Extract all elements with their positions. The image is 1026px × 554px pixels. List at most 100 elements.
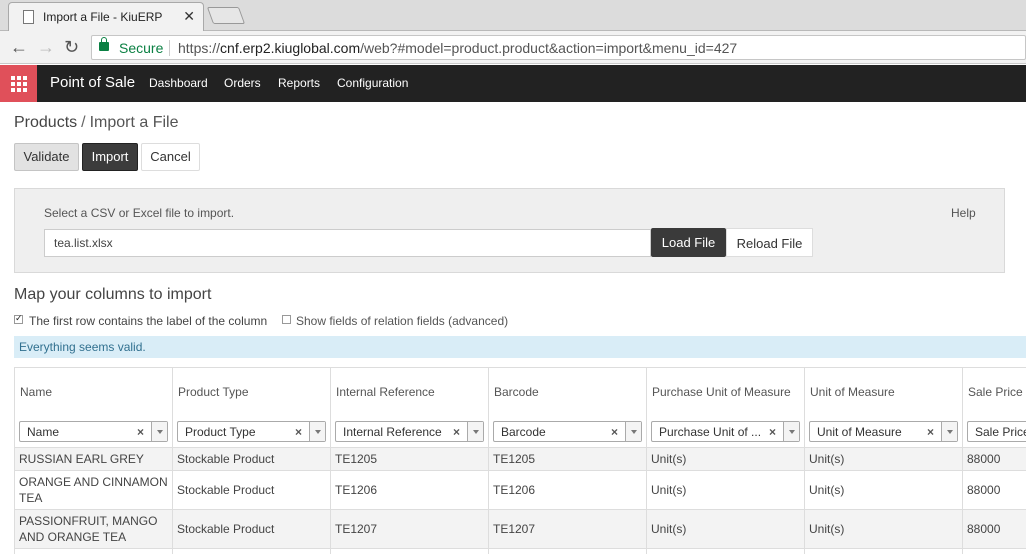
table-column: Barcode Barcode × TE1205 TE1206 TE1207 (489, 368, 647, 554)
table-cell: Unit(s) (651, 483, 687, 497)
menu-dashboard[interactable]: Dashboard (149, 76, 208, 90)
field-select-value: Internal Reference (343, 425, 442, 439)
cancel-button[interactable]: Cancel (141, 143, 200, 171)
app-brand[interactable]: Point of Sale (50, 74, 135, 91)
field-select[interactable]: Purchase Unit of ... × (651, 421, 800, 442)
chevron-down-icon[interactable] (309, 422, 325, 441)
table-cell: Unit(s) (809, 483, 845, 497)
table-cell: 88000 (967, 452, 1001, 466)
menu-orders[interactable]: Orders (224, 76, 261, 90)
reload-icon[interactable]: ↻ (64, 37, 79, 57)
menu-reports[interactable]: Reports (278, 76, 320, 90)
apps-menu-icon[interactable] (0, 65, 37, 102)
clear-icon[interactable]: × (927, 425, 934, 439)
row-divider (15, 509, 1026, 510)
browser-tab-strip: Import a File - KiuERP ✕ (0, 0, 1026, 32)
field-select[interactable]: Barcode × (493, 421, 642, 442)
table-column: Purchase Unit of Measure Purchase Unit o… (647, 368, 805, 554)
table-cell: Unit(s) (651, 452, 687, 466)
reload-file-button[interactable]: Reload File (726, 228, 813, 257)
table-cell: TE1205 (335, 452, 378, 466)
field-select-value: Name (27, 425, 60, 439)
table-cell: TE1205 (493, 452, 536, 466)
table-cell: ORANGE AND CINNAMON TEA (19, 475, 168, 505)
table-cell: Stockable Product (177, 452, 275, 466)
field-select-value: Product Type (185, 425, 256, 439)
field-select-value: Unit of Measure (817, 425, 902, 439)
table-column: Internal Reference Internal Reference × T… (331, 368, 489, 554)
address-bar-row: ← → ↻ Secure https://cnf.erp2.kiuglobal.… (0, 31, 1026, 64)
breadcrumb-products[interactable]: Products (14, 114, 77, 131)
new-tab-button[interactable] (206, 7, 246, 24)
breadcrumb-current: Import a File (89, 114, 179, 131)
table-column: Product Type Product Type × Stockable Pro… (173, 368, 331, 554)
field-select-value: Barcode (501, 425, 546, 439)
field-select[interactable]: Sale Price (967, 421, 1026, 442)
import-button[interactable]: Import (82, 143, 138, 171)
validation-message: Everything seems valid. (14, 336, 1026, 358)
secure-label: Secure (119, 40, 164, 56)
table-column: Unit of Measure Unit of Measure × Unit(s)… (805, 368, 963, 554)
clear-icon[interactable]: × (295, 425, 302, 439)
url-scheme: https:// (178, 40, 221, 56)
first-row-checkbox[interactable] (14, 313, 23, 324)
url-host: cnf.erp2.kiuglobal.com (220, 40, 361, 56)
clear-icon[interactable]: × (611, 425, 618, 439)
mapping-table: Name Name × RUSSIAN EARL GREY ORANGE AND … (14, 367, 1026, 554)
menu-configuration[interactable]: Configuration (337, 76, 408, 90)
close-tab-icon[interactable]: ✕ (183, 8, 195, 25)
row-divider (15, 548, 1026, 549)
table-cell: TE1207 (335, 522, 378, 536)
show-relation-checkbox[interactable] (282, 315, 291, 324)
chevron-down-icon[interactable] (783, 422, 799, 441)
chevron-down-icon[interactable] (467, 422, 483, 441)
column-header: Product Type (178, 385, 249, 399)
file-select-label: Select a CSV or Excel file to import. (44, 206, 235, 220)
show-relation-label[interactable]: Show fields of relation fields (advanced… (296, 314, 508, 328)
field-select[interactable]: Internal Reference × (335, 421, 484, 442)
table-cell: 88000 (967, 483, 1001, 497)
table-cell: Unit(s) (809, 452, 845, 466)
column-header: Purchase Unit of Measure (652, 385, 791, 399)
file-name-field[interactable]: tea.list.xlsx (44, 229, 651, 257)
clear-icon[interactable]: × (453, 425, 460, 439)
field-select[interactable]: Name × (19, 421, 168, 442)
column-header: Sale Price (968, 385, 1023, 399)
chevron-down-icon[interactable] (625, 422, 641, 441)
row-divider (15, 447, 1026, 448)
breadcrumb-separator: / (81, 114, 86, 131)
clear-icon[interactable]: × (137, 425, 144, 439)
breadcrumb: Products / Import a File (14, 114, 179, 132)
url-field[interactable]: Secure https://cnf.erp2.kiuglobal.com/we… (91, 35, 1026, 60)
first-row-label[interactable]: The first row contains the label of the … (29, 314, 267, 328)
table-column: Name Name × RUSSIAN EARL GREY ORANGE AND … (15, 368, 173, 554)
table-cell: 88000 (967, 522, 1001, 536)
chevron-down-icon[interactable] (941, 422, 957, 441)
table-cell: Stockable Product (177, 483, 275, 497)
app-navbar: Point of Sale Dashboard Orders Reports C… (0, 65, 1026, 102)
field-select[interactable]: Unit of Measure × (809, 421, 958, 442)
chevron-down-icon[interactable] (151, 422, 167, 441)
field-select-value: Sale Price (975, 425, 1026, 439)
table-cell: TE1207 (493, 522, 536, 536)
back-icon[interactable]: ← (10, 37, 28, 57)
table-cell: PASSIONFRUIT, MANGO AND ORANGE TEA (19, 514, 158, 544)
browser-tab[interactable]: Import a File - KiuERP ✕ (8, 2, 204, 32)
forward-icon[interactable]: → (37, 37, 55, 57)
clear-icon[interactable]: × (769, 425, 776, 439)
table-cell: Unit(s) (809, 522, 845, 536)
load-file-button[interactable]: Load File (651, 228, 726, 257)
map-columns-title: Map your columns to import (14, 286, 212, 303)
help-link[interactable]: Help (951, 206, 976, 220)
tab-title: Import a File - KiuERP (43, 10, 163, 24)
url-path: /web?#model=product.product&action=impor… (360, 40, 738, 56)
column-header: Name (20, 385, 53, 399)
column-header: Internal Reference (336, 385, 435, 399)
validate-button[interactable]: Validate (14, 143, 79, 171)
table-cell: RUSSIAN EARL GREY (19, 452, 144, 466)
file-select-panel: Select a CSV or Excel file to import. He… (14, 188, 1005, 273)
field-select[interactable]: Product Type × (177, 421, 326, 442)
column-header: Barcode (494, 385, 539, 399)
table-column: Sale Price Sale Price 88000 88000 88000 (963, 368, 1026, 554)
lock-icon (99, 37, 109, 51)
